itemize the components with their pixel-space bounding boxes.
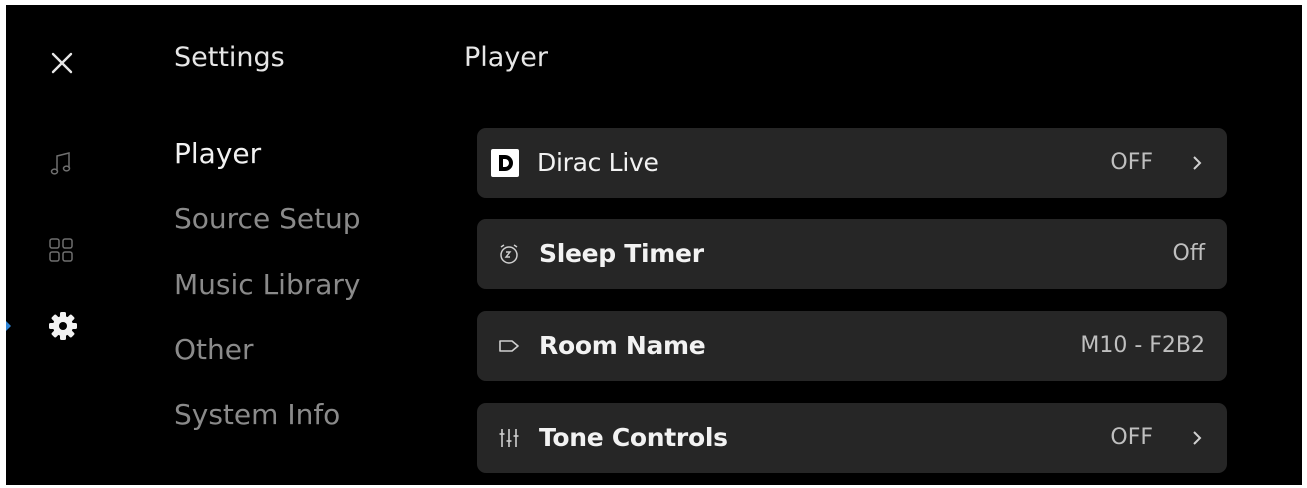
settings-nav-music-library[interactable]: Music Library	[174, 267, 360, 303]
settings-screen: Settings Player Player Source Setup Musi…	[6, 5, 1302, 485]
tone-controls-value: OFF	[1110, 425, 1153, 450]
music-note-icon[interactable]	[46, 149, 76, 179]
tag-icon	[499, 340, 519, 352]
settings-nav-source-setup[interactable]: Source Setup	[174, 201, 361, 237]
player-panel-title: Player	[464, 42, 549, 73]
sleep-timer-row[interactable]: Sleep Timer Off	[477, 219, 1227, 289]
settings-nav-player[interactable]: Player	[174, 136, 261, 172]
chevron-right-icon	[1193, 156, 1202, 170]
room-name-value: M10 - F2B2	[1080, 333, 1205, 358]
settings-title: Settings	[174, 42, 285, 73]
active-rail-indicator	[6, 321, 11, 331]
settings-nav-other[interactable]: Other	[174, 332, 254, 368]
grid-icon[interactable]	[46, 235, 76, 265]
dirac-live-label: Dirac Live	[537, 148, 659, 177]
close-icon[interactable]	[44, 45, 80, 81]
dirac-logo-icon	[491, 149, 519, 177]
gear-icon[interactable]	[47, 310, 79, 342]
room-name-label: Room Name	[539, 331, 706, 360]
tone-controls-row[interactable]: Tone Controls OFF	[477, 403, 1227, 473]
chevron-right-icon	[1193, 431, 1202, 445]
sleep-timer-icon	[500, 244, 518, 264]
settings-nav-system-info[interactable]: System Info	[174, 397, 340, 433]
sleep-timer-label: Sleep Timer	[539, 239, 704, 268]
room-name-row[interactable]: Room Name M10 - F2B2	[477, 311, 1227, 381]
sleep-timer-value: Off	[1172, 241, 1205, 266]
dirac-live-value: OFF	[1110, 150, 1153, 175]
sliders-icon	[499, 429, 519, 447]
tone-controls-label: Tone Controls	[539, 423, 728, 452]
dirac-live-row[interactable]: Dirac Live OFF	[477, 128, 1227, 198]
